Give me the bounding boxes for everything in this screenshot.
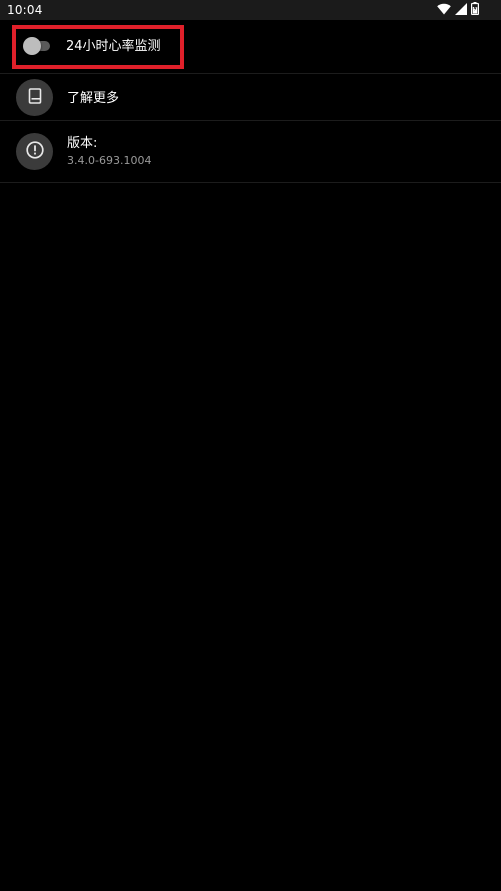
status-time: 10:04 <box>7 3 43 17</box>
heart-rate-monitoring-row[interactable]: 24小时心率监测 <box>0 20 501 74</box>
status-icons <box>437 2 480 18</box>
heart-rate-toggle-label: 24小时心率监测 <box>66 39 161 54</box>
status-bar: 10:04 <box>0 0 501 20</box>
version-label: 版本: <box>67 136 98 151</box>
book-icon <box>28 87 42 108</box>
heart-rate-toggle-switch[interactable] <box>23 37 50 55</box>
learn-more-label: 了解更多 <box>67 91 120 106</box>
switch-thumb <box>23 37 41 55</box>
version-icon-circle <box>16 133 53 170</box>
version-value: 3.4.0-693.1004 <box>67 154 152 167</box>
learn-more-icon-circle <box>16 79 53 116</box>
wifi-icon <box>437 3 451 18</box>
cellular-signal-icon <box>455 2 467 18</box>
version-row: 版本: 3.4.0-693.1004 <box>0 121 501 183</box>
settings-list: 24小时心率监测 了解更多 版本: 3.4.0-693.1004 <box>0 20 501 183</box>
learn-more-row[interactable]: 了解更多 <box>0 74 501 121</box>
info-icon <box>25 140 44 163</box>
battery-icon <box>471 2 480 18</box>
